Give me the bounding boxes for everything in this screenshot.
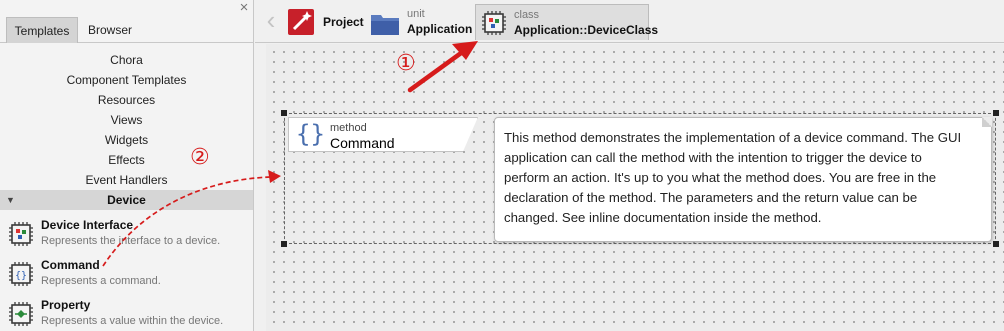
template-property[interactable]: Property Represents a value within the d… (0, 292, 253, 331)
note-line: declaration of the method. The parameter… (504, 190, 918, 205)
panel-close-button[interactable]: × (237, 0, 251, 16)
class-icon (482, 11, 506, 35)
method-brick-command[interactable]: {} method Command (288, 117, 478, 152)
category-effects[interactable]: Effects (0, 150, 253, 170)
selection-handle-bottom-left[interactable] (281, 241, 287, 247)
template-description: Represents a command. (41, 275, 161, 287)
breadcrumb-unit[interactable]: unit Application (367, 4, 472, 40)
category-device-header[interactable]: ▼ Device (0, 190, 253, 210)
breadcrumb-class-kind: class (514, 9, 540, 21)
note-line: This method demonstrates the implementat… (504, 130, 962, 145)
breadcrumb-unit-kind: unit (407, 8, 425, 20)
selection-handle-top-left[interactable] (281, 110, 287, 116)
selection-handle-bottom-right[interactable] (993, 241, 999, 247)
breadcrumb-class-label: Application::DeviceClass (514, 23, 659, 37)
breadcrumb-project-label: Project (323, 15, 364, 29)
annotation-note[interactable]: This method demonstrates the implementat… (494, 117, 992, 242)
property-icon (9, 302, 33, 326)
step-1-marker: ① (396, 51, 416, 76)
navigation-toolbar: ‹ Project unit Application class Applica… (255, 0, 1004, 43)
expanded-triangle-icon: ▼ (6, 195, 15, 205)
panel-tab-bar: Templates Browser (0, 15, 253, 43)
command-icon: {} (9, 262, 33, 286)
note-line: application can call the method with the… (504, 150, 922, 165)
tab-browser[interactable]: Browser (80, 17, 140, 43)
device-interface-icon (9, 222, 33, 246)
breadcrumb-unit-label: Application (407, 22, 473, 36)
selection-handle-top-right[interactable] (993, 110, 999, 116)
tab-templates[interactable]: Templates (6, 17, 78, 43)
method-name-label: Command (330, 135, 395, 151)
breadcrumb-class[interactable]: class Application::DeviceClass (475, 4, 658, 40)
template-name: Device Interface (41, 218, 134, 232)
method-kind-label: method (330, 122, 367, 134)
curly-braces-icon: {} (296, 120, 325, 148)
back-button[interactable]: ‹ (263, 7, 279, 34)
template-description: Represents a value within the device. (41, 315, 224, 327)
templates-panel: × Templates Browser Chora Component Temp… (0, 0, 254, 331)
template-device-interface[interactable]: Device Interface Represents the interfac… (0, 212, 253, 252)
category-widgets[interactable]: Widgets (0, 130, 253, 150)
note-line: perform an action. It's up to you what t… (504, 170, 937, 185)
category-device-label: Device (107, 193, 146, 207)
note-fold-corner (982, 117, 992, 127)
category-resources[interactable]: Resources (0, 90, 253, 110)
category-chora[interactable]: Chora (0, 50, 253, 70)
note-line: changed. See inline documentation inside… (504, 210, 822, 225)
breadcrumb-project[interactable]: Project (285, 4, 365, 40)
template-name: Command (41, 258, 100, 272)
template-command[interactable]: {} Command Represents a command. (0, 252, 253, 292)
template-description: Represents the interface to a device. (41, 235, 221, 247)
category-event-handlers[interactable]: Event Handlers (0, 170, 253, 190)
svg-text:{}: {} (15, 271, 27, 282)
project-icon (288, 9, 314, 35)
unit-folder-icon (371, 15, 399, 35)
step-2-marker: ② (190, 145, 210, 170)
category-component-templates[interactable]: Component Templates (0, 70, 253, 90)
template-name: Property (41, 298, 91, 312)
category-views[interactable]: Views (0, 110, 253, 130)
